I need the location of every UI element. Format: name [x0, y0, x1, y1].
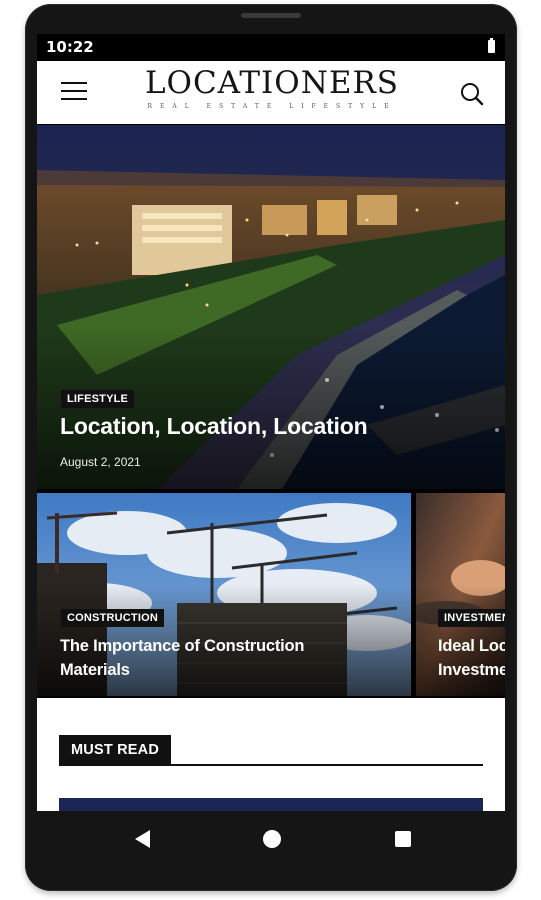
card-title[interactable]: The Importance of Construction Materials — [60, 634, 304, 682]
card-title[interactable]: Ideal Locations for Investment — [438, 634, 505, 682]
recent-apps-square-icon[interactable] — [395, 831, 411, 847]
card-category-badge[interactable]: CONSTRUCTION — [61, 609, 165, 627]
hero-date: August 2, 2021 — [60, 455, 141, 469]
hero-article[interactable]: LIFESTYLE Location, Location, Location A… — [37, 125, 505, 489]
card-title-line-2: Investment — [438, 661, 505, 679]
phone-frame: 10:22 LOCATIONERS REAL ESTATE LIFESTYLE — [25, 4, 517, 891]
must-read-section-header: MUST READ — [59, 735, 483, 766]
article-card-construction[interactable]: CONSTRUCTION The Importance of Construct… — [37, 493, 411, 696]
search-icon[interactable] — [459, 81, 485, 107]
hamburger-menu-icon[interactable] — [61, 81, 87, 101]
card-category-badge[interactable]: INVESTMENT — [438, 609, 505, 627]
content-area: MUST READ — [37, 698, 505, 811]
android-nav-bar — [37, 811, 505, 869]
home-circle-icon[interactable] — [263, 830, 281, 848]
article-card-investment[interactable]: INVESTMENT Ideal Locations for Investmen… — [416, 493, 505, 696]
must-read-article-preview[interactable] — [59, 798, 483, 811]
status-time: 10:22 — [46, 38, 94, 56]
section-divider — [59, 764, 483, 766]
card-title-line-1: The Importance of Construction — [60, 637, 305, 655]
logo-title: LOCATIONERS — [144, 65, 400, 101]
site-logo[interactable]: LOCATIONERS REAL ESTATE LIFESTYLE — [141, 61, 403, 124]
earpiece-speaker — [241, 13, 301, 18]
battery-icon — [488, 38, 495, 53]
logo-subtitle: REAL ESTATE LIFESTYLE — [147, 103, 397, 110]
back-triangle-icon[interactable] — [135, 830, 150, 848]
hero-category-badge[interactable]: LIFESTYLE — [61, 390, 135, 408]
must-read-label: MUST READ — [59, 735, 171, 766]
hero-title[interactable]: Location, Location, Location — [60, 413, 368, 440]
card-title-line-2: Materials — [60, 661, 130, 679]
status-bar: 10:22 — [37, 34, 505, 61]
card-title-line-1: Ideal Locations for — [438, 637, 505, 655]
screen: 10:22 LOCATIONERS REAL ESTATE LIFESTYLE — [37, 34, 505, 811]
app-bar: LOCATIONERS REAL ESTATE LIFESTYLE — [37, 61, 505, 124]
